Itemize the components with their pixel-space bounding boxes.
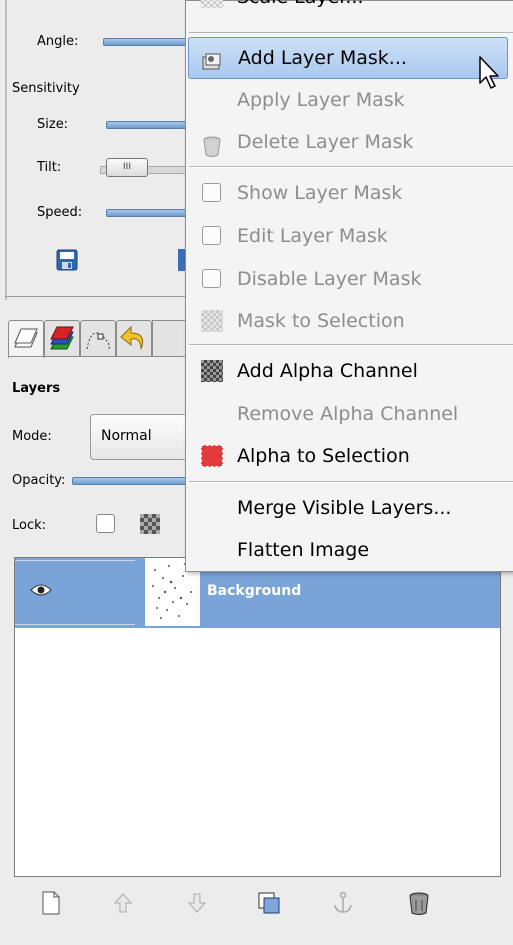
raise-layer-icon[interactable] — [110, 890, 136, 916]
row-top-line — [15, 560, 135, 561]
scale-layer-icon — [201, 0, 223, 8]
alpha-channel-icon — [201, 360, 223, 382]
angle-label: Angle: — [37, 34, 79, 49]
size-label: Size: — [37, 117, 69, 132]
layer-context-menu: Scale Layer... Add Layer Mask... Apply L… — [185, 0, 513, 572]
tab-channels[interactable] — [44, 320, 80, 357]
speed-label: Speed: — [37, 205, 83, 220]
menu-item-edit-layer-mask[interactable]: Edit Layer Mask — [187, 216, 513, 256]
channels-tab-icon — [50, 326, 74, 350]
delete-mask-icon — [201, 131, 223, 157]
show-layer-mask-checkbox — [202, 183, 221, 202]
layers-dock-title: Layers — [12, 381, 61, 396]
opacity-label: Opacity: — [12, 473, 66, 488]
menu-item-add-layer-mask[interactable]: Add Layer Mask... — [188, 37, 508, 79]
lock-pixels-checkbox[interactable] — [96, 514, 115, 533]
menu-item-delete-layer-mask[interactable]: Delete Layer Mask — [187, 122, 513, 162]
menu-item-show-layer-mask[interactable]: Show Layer Mask — [187, 173, 513, 213]
menu-item-add-alpha-channel[interactable]: Add Alpha Channel — [187, 351, 513, 391]
menu-separator — [189, 32, 513, 33]
layers-list[interactable]: Background — [14, 557, 501, 877]
edit-layer-mask-checkbox — [202, 226, 221, 245]
alpha-to-selection-icon — [201, 445, 223, 467]
new-layer-icon[interactable] — [38, 890, 64, 916]
tab-paths[interactable] — [80, 320, 116, 357]
mode-label: Mode: — [12, 429, 52, 444]
menu-item-merge-visible-layers[interactable]: Merge Visible Layers... — [187, 488, 513, 528]
mode-select[interactable]: Normal — [90, 414, 192, 460]
menu-item-alpha-to-selection[interactable]: Alpha to Selection — [187, 436, 513, 476]
mode-select-value: Normal — [101, 428, 152, 444]
layers-button-bar — [14, 880, 499, 926]
tilt-slider-handle[interactable]: III — [106, 158, 148, 177]
menu-item-disable-layer-mask[interactable]: Disable Layer Mask — [187, 259, 513, 299]
add-mask-icon — [201, 47, 223, 70]
anchor-layer-icon[interactable] — [330, 890, 356, 916]
layers-tab-icon — [14, 328, 38, 348]
mask-to-selection-icon — [201, 310, 223, 332]
visibility-eye-icon[interactable] — [30, 582, 52, 602]
save-preset-icon[interactable] — [56, 249, 78, 271]
lock-alpha-icon[interactable] — [140, 514, 160, 534]
sensitivity-label: Sensitivity — [12, 81, 80, 96]
mouse-cursor-icon — [478, 55, 502, 95]
menu-item-apply-layer-mask[interactable]: Apply Layer Mask — [187, 80, 513, 120]
menu-item-scale-layer[interactable]: Scale Layer... — [187, 0, 513, 17]
duplicate-layer-icon[interactable] — [256, 890, 282, 916]
row-bottom-line — [15, 624, 135, 625]
disable-layer-mask-checkbox — [202, 269, 221, 288]
menu-item-flatten-image[interactable]: Flatten Image — [187, 530, 513, 570]
opacity-slider[interactable] — [72, 477, 194, 485]
tab-layers[interactable] — [8, 320, 44, 358]
tab-undo-history[interactable] — [116, 320, 152, 357]
menu-separator-highlight — [189, 167, 513, 168]
paths-tab-icon — [86, 332, 110, 350]
delete-layer-icon[interactable] — [406, 890, 432, 916]
angle-slider[interactable] — [103, 38, 195, 46]
lock-label: Lock: — [12, 518, 47, 533]
menu-item-remove-alpha-channel[interactable]: Remove Alpha Channel — [187, 394, 513, 434]
undo-history-tab-icon — [120, 325, 144, 350]
menu-separator-highlight — [189, 345, 513, 346]
tilt-label: Tilt: — [37, 160, 62, 175]
lower-layer-icon[interactable] — [184, 890, 210, 916]
menu-item-mask-to-selection[interactable]: Mask to Selection — [187, 301, 513, 341]
layer-name: Background — [207, 583, 302, 599]
menu-separator-highlight — [189, 482, 513, 483]
